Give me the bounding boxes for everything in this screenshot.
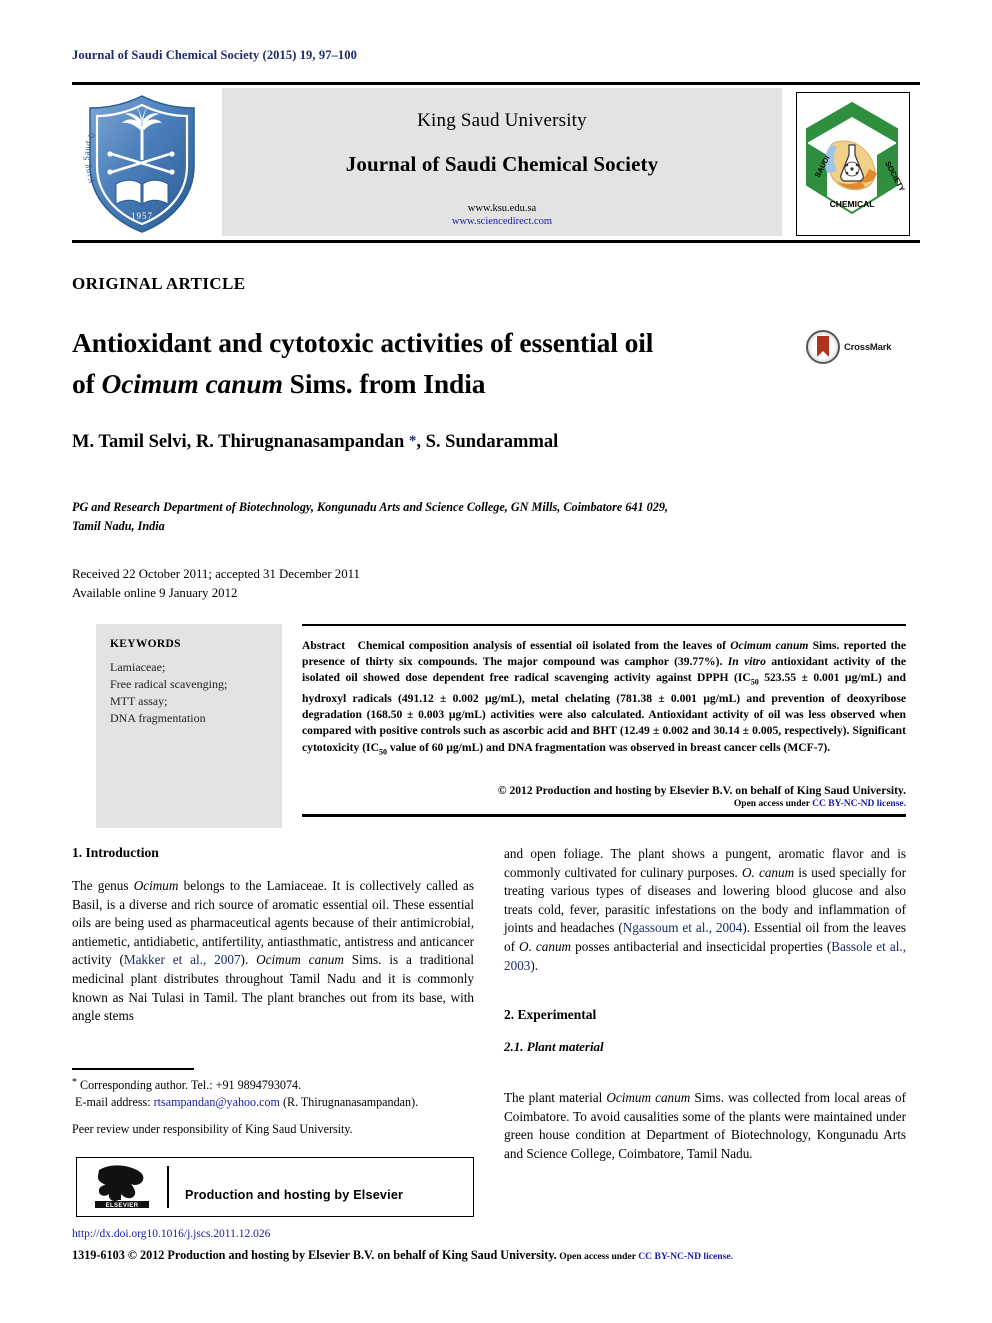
right-species-2: O. canum — [519, 938, 572, 954]
intro-paragraph: The genus Ocimum belongs to the Lamiacea… — [72, 877, 474, 1026]
intro-t3: ). — [240, 952, 257, 968]
citation-ngassoum-2004[interactable]: Ngassoum et al., 2004 — [623, 920, 743, 935]
crossmark-badge[interactable]: CrossMark — [806, 330, 912, 368]
available-online-line: Available online 9 January 2012 — [72, 586, 238, 600]
abstract-ic50-sub-1: 50 — [750, 677, 759, 687]
corresponding-author-footnote: * Corresponding author. Tel.: +91 989479… — [72, 1074, 476, 1094]
scs-word-chemical: CHEMICAL — [830, 199, 875, 209]
abstract-rule-top — [302, 624, 906, 626]
abstract-copyright: © 2012 Production and hosting by Elsevie… — [497, 784, 906, 797]
abstract-t5: value of 60 µg/mL) and DNA fragmentation… — [386, 740, 831, 754]
author-names-part2: , S. Sundarammal — [416, 432, 559, 452]
section-heading-experimental: 2. Experimental — [504, 1007, 597, 1023]
body-column-right: and open foliage. The plant shows a pung… — [504, 845, 906, 1178]
article-type-label: ORIGINAL ARTICLE — [72, 274, 246, 293]
title-line-1: Antioxidant and cytotoxic activities of … — [72, 327, 654, 358]
email-label: E-mail address: — [75, 1095, 154, 1110]
svg-text:ELSEVIER: ELSEVIER — [106, 1203, 139, 1209]
abstract-invitro: In vitro — [727, 655, 766, 669]
citation-makker-2007[interactable]: Makker et al., 2007 — [124, 952, 241, 967]
abstract-species-1: Ocimum canum — [730, 639, 809, 652]
subsection-heading-plant-material: 2.1. Plant material — [504, 1039, 604, 1055]
abstract-label: Abstract — [302, 639, 346, 652]
right-species-1: O. canum — [741, 864, 795, 880]
page-title: Antioxidant and cytotoxic activities of … — [72, 322, 792, 404]
footer-open-access-prefix: Open access under — [556, 1251, 639, 1262]
author-names-part1: M. Tamil Selvi, R. Thirugnanasampandan — [72, 432, 409, 452]
right-t5: ). — [530, 957, 539, 973]
section-heading-introduction: 1. Introduction — [72, 845, 159, 860]
elsevier-hosting-text: Production and hosting by Elsevier — [185, 1188, 404, 1202]
article-page: Journal of Saudi Chemical Society (2015)… — [0, 0, 992, 1323]
title-line-2-suffix: Sims. from India — [282, 368, 486, 399]
crossmark-icon — [806, 330, 840, 364]
abstract-text: Abstract Chemical composition analysis o… — [302, 638, 906, 760]
abstract-rule-bottom — [302, 814, 906, 817]
keywords-heading: KEYWORDS — [110, 638, 181, 650]
abstract-open-access: Open access under CC BY-NC-ND license. — [302, 799, 906, 809]
footnote-block: * Corresponding author. Tel.: +91 989479… — [72, 1074, 476, 1138]
publisher-name: King Saud University — [417, 110, 587, 131]
open-access-prefix: Open access under — [733, 799, 813, 809]
ksu-url[interactable]: www.ksu.edu.sa — [222, 203, 782, 214]
doi-link[interactable]: http://dx.doi.org10.1016/j.jscs.2011.12.… — [72, 1228, 270, 1240]
elsevier-tree-logo-icon: ELSEVIER — [93, 1164, 151, 1210]
issn-text: 1319-6103 © 2012 Production and hosting … — [72, 1248, 557, 1262]
corresponding-author-text: Corresponding author. Tel.: +91 98947930… — [77, 1078, 302, 1092]
journal-name: Journal of Saudi Chemical Society — [345, 152, 659, 176]
running-head: Journal of Saudi Chemical Society (2015)… — [72, 48, 357, 62]
crossmark-label: CrossMark — [844, 342, 892, 353]
affiliation-line-2: Tamil Nadu, India — [72, 519, 165, 533]
abstract-ic50-sub-2: 50 — [378, 746, 387, 756]
plant-material-paragraph: The plant material Ocimum canum Sims. wa… — [504, 1089, 906, 1163]
peer-review-footnote: Peer review under responsibility of King… — [72, 1121, 353, 1136]
footer-cc-license-link[interactable]: CC BY-NC-ND license. — [638, 1251, 733, 1262]
journal-title-panel: King Saud University Journal of Saudi Ch… — [222, 88, 782, 236]
keyword-item: MTT assay; — [110, 694, 168, 708]
intro-genus-ocimum: Ocimum — [133, 878, 179, 893]
keywords-list: Lamiaceae; Free radical scavenging; MTT … — [110, 659, 270, 727]
keyword-item: Free radical scavenging; — [110, 677, 228, 691]
right-paragraph-1: and open foliage. The plant shows a pung… — [504, 845, 906, 975]
email-link[interactable]: rtsampandan@yahoo.com — [154, 1095, 280, 1109]
affiliation-line-1: PG and Research Department of Biotechnol… — [72, 500, 668, 514]
journal-masthead: 1957 King Saud University King Saud Univ… — [70, 80, 920, 240]
plant-species: Ocimum canum — [606, 1090, 691, 1106]
issn-copyright-line: 1319-6103 © 2012 Production and hosting … — [72, 1248, 733, 1263]
keyword-item: DNA fragmentation — [110, 711, 206, 725]
svg-text:1957: 1957 — [131, 211, 153, 221]
cc-license-link[interactable]: CC BY-NC-ND license. — [812, 799, 906, 809]
email-suffix: (R. Thirugnanasampandan). — [279, 1095, 419, 1110]
right-t4: posses antibacterial and insecticidal pr… — [571, 938, 832, 954]
elsevier-box-divider — [167, 1166, 169, 1208]
body-column-left: 1. Introduction The genus Ocimum belongs… — [72, 845, 474, 1040]
plant-t1: The plant material — [504, 1090, 607, 1106]
saudi-chemical-society-logo-icon: SAUDI SOCIETY CHEMICAL — [796, 92, 910, 236]
keywords-box: KEYWORDS Lamiaceae; Free radical scaveng… — [96, 624, 282, 828]
title-line-2-prefix: of — [72, 368, 102, 399]
masthead-rule-bottom — [72, 240, 920, 243]
intro-t1: The genus — [72, 878, 134, 893]
king-saud-university-logo-icon: 1957 King Saud University — [70, 80, 212, 238]
sciencedirect-url[interactable]: www.sciencedirect.com — [222, 216, 782, 227]
elsevier-hosting-box: ELSEVIER Production and hosting by Elsev… — [76, 1157, 474, 1217]
author-list: M. Tamil Selvi, R. Thirugnanasampandan *… — [72, 432, 872, 453]
email-footnote: E-mail address: rtsampandan@yahoo.com (R… — [72, 1094, 476, 1111]
footnote-separator-rule — [72, 1068, 194, 1070]
title-species-name: Ocimum canum — [101, 368, 283, 399]
keyword-item: Lamiaceae; — [110, 660, 166, 674]
received-accepted-line: Received 22 October 2011; accepted 31 De… — [72, 567, 360, 581]
article-dates: Received 22 October 2011; accepted 31 De… — [72, 565, 572, 603]
affiliation: PG and Research Department of Biotechnol… — [72, 498, 862, 536]
abstract-t1: Chemical composition analysis of essenti… — [357, 639, 731, 652]
intro-species-ocimum-canum: Ocimum canum — [256, 952, 344, 968]
